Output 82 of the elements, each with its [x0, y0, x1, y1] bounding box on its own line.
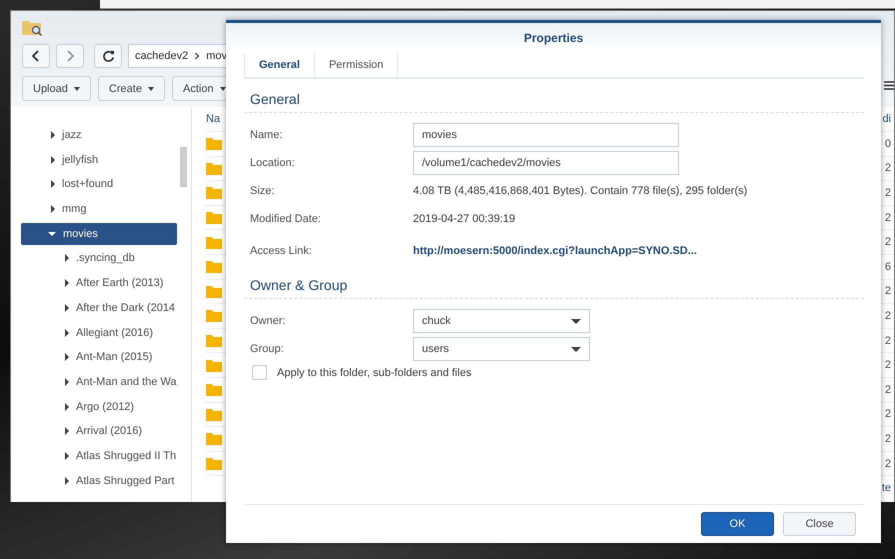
- field-value: 2019-04-27 00:39:19: [413, 213, 516, 225]
- folder-icon: [206, 457, 222, 470]
- tree-item[interactable]: Ant-Man and the Wa: [21, 370, 177, 393]
- table-cell: 6: [884, 260, 891, 273]
- tree-item[interactable]: Argo (2012): [21, 396, 177, 418]
- forward-button[interactable]: [56, 44, 84, 68]
- folder-icon: [206, 284, 222, 298]
- table-cell: 2: [884, 236, 891, 248]
- folder-icon: [206, 211, 222, 224]
- close-button[interactable]: Close: [783, 512, 856, 536]
- table-cell: 2: [884, 432, 891, 445]
- tree-item[interactable]: Atlas Shrugged Part: [21, 470, 177, 492]
- folder-icon: [206, 186, 222, 200]
- dropdown[interactable]: users: [413, 337, 590, 361]
- chevron-right-icon: [65, 50, 75, 62]
- folder-icon: [206, 334, 222, 348]
- tree-item[interactable]: jazz: [21, 124, 177, 146]
- folder-icon: [206, 260, 222, 274]
- input-field[interactable]: movies: [413, 123, 679, 147]
- tree-item[interactable]: Arrival (2016): [21, 420, 177, 442]
- tab[interactable]: Permission: [314, 53, 398, 77]
- tree-item[interactable]: Atlas Shrugged II Th: [21, 444, 177, 467]
- input-field[interactable]: /volume1/cachedev2/movies: [413, 151, 679, 175]
- tree-item[interactable]: movies: [21, 222, 177, 245]
- ok-button[interactable]: OK: [701, 512, 774, 536]
- column-header[interactable]: Na: [206, 113, 220, 125]
- footer-text: te: [882, 482, 891, 494]
- scrollbar[interactable]: [180, 147, 187, 187]
- toolbar-button[interactable]: Create: [98, 76, 165, 101]
- folder-icon: [206, 236, 222, 249]
- tree-item[interactable]: After Earth (2013): [21, 272, 177, 294]
- folder-icon: [206, 162, 222, 175]
- folder-icon: [206, 137, 222, 150]
- table-cell: 2: [884, 334, 891, 347]
- folder-icon: [206, 358, 222, 372]
- folder-search-icon: [21, 18, 43, 36]
- column-header[interactable]: di: [882, 113, 891, 125]
- folder-icon: [206, 383, 222, 396]
- chevron-left-icon: [31, 50, 41, 62]
- folder-icon: [206, 408, 222, 421]
- dialog-title: Properties: [226, 23, 881, 53]
- section-heading: Owner & Group: [244, 277, 864, 299]
- field-label: Size:: [250, 185, 276, 197]
- menu-icon[interactable]: [884, 81, 894, 90]
- folder-icon: [206, 309, 222, 322]
- field-label: Name:: [250, 129, 284, 141]
- refresh-button[interactable]: [94, 44, 122, 68]
- table-cell: 2: [884, 359, 891, 372]
- field-label: Access Link:: [250, 245, 313, 257]
- table-cell: 2: [884, 408, 891, 420]
- dropdown[interactable]: chuck: [413, 309, 590, 333]
- field-value: 4.08 TB (4,485,416,868,401 Bytes). Contain 778 file(s), 295 folder(s): [413, 185, 748, 197]
- table-cell: 2: [884, 212, 891, 224]
- folder-icon: [206, 432, 222, 446]
- access-link[interactable]: http://moesern:5000/index.cgi?launchApp=SYNO.SD...: [413, 245, 697, 257]
- field-label: Location:: [250, 157, 296, 169]
- field-label: Group:: [250, 343, 285, 355]
- tree-item[interactable]: .syncing_db: [21, 247, 177, 270]
- toolbar-button[interactable]: Upload: [22, 76, 91, 101]
- tree-item[interactable]: mmg: [21, 198, 177, 220]
- tree-item[interactable]: lost+found: [21, 173, 177, 196]
- path-field[interactable]: cachedev2 mov: [128, 44, 228, 68]
- tab[interactable]: General: [244, 53, 314, 77]
- table-cell: 0: [884, 138, 891, 150]
- section-heading: General: [244, 91, 864, 113]
- refresh-icon: [102, 50, 114, 62]
- tree-item[interactable]: jellyfish: [21, 148, 177, 171]
- tree-item[interactable]: Allegiant (2016): [21, 322, 177, 344]
- table-cell: 2: [884, 285, 891, 298]
- table-cell: 2: [884, 310, 891, 322]
- tree-item[interactable]: After the Dark (2014: [21, 296, 177, 319]
- field-label: Owner:: [250, 315, 286, 327]
- table-cell: 2: [884, 458, 891, 470]
- chevron-right-icon: [194, 51, 200, 61]
- table-cell: 2: [884, 384, 891, 396]
- checkbox-label: Apply to this folder, sub-folders and files: [277, 366, 472, 378]
- table-cell: 2: [884, 162, 891, 174]
- back-button[interactable]: [22, 44, 50, 68]
- tree-item[interactable]: Ant-Man (2015): [21, 346, 177, 368]
- field-label: Modified Date:: [250, 213, 322, 225]
- table-cell: 2: [884, 186, 891, 199]
- checkbox[interactable]: [252, 365, 267, 380]
